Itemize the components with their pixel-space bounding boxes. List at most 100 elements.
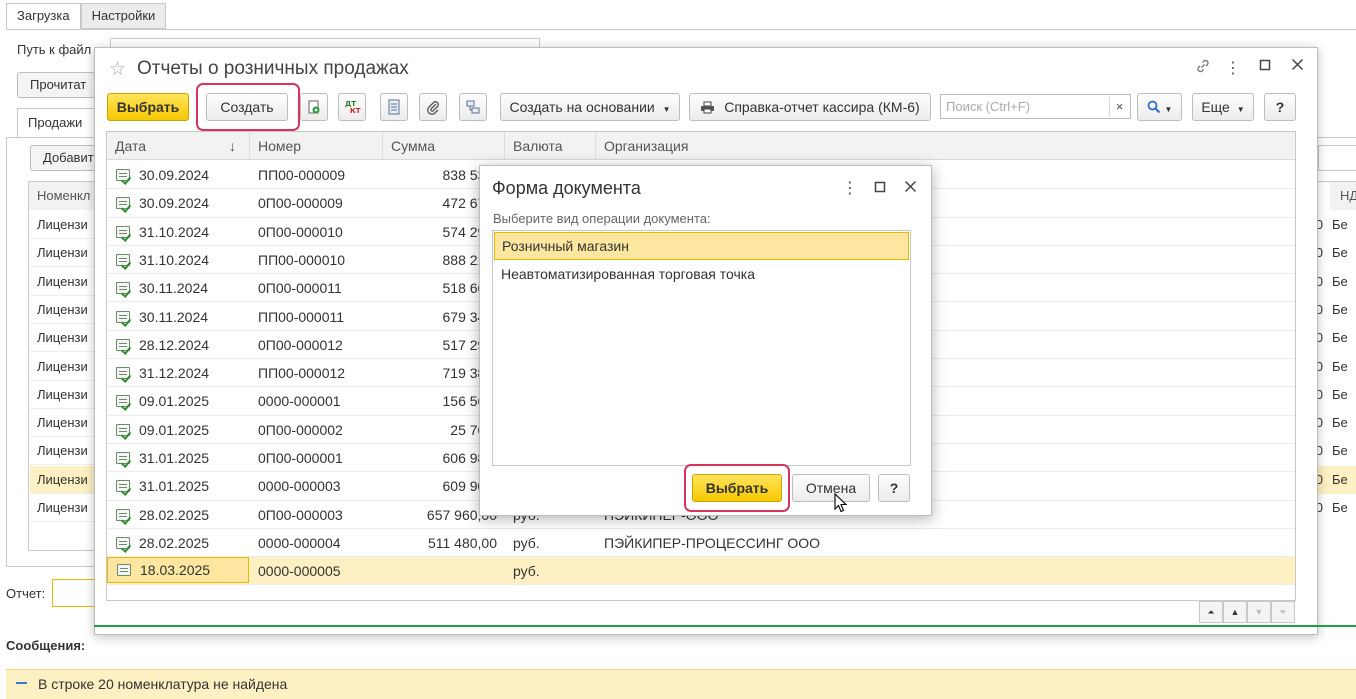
cell-date: 09.01.2025 [107,416,249,444]
cell-date-text: 09.01.2025 [139,421,210,438]
print-report-button[interactable]: Справка-отчет кассира (КМ-6) [689,93,931,121]
svg-text:КТ: КТ [350,107,361,115]
cell-date: 28.02.2025 [107,529,249,557]
cell-date-text: 31.10.2024 [139,251,210,268]
search-button[interactable]: ▼ [1137,93,1182,121]
select-button-highlight [684,464,790,512]
cell-date-text: 28.02.2025 [139,506,210,523]
cell-date-text: 31.10.2024 [139,223,210,240]
more-dropdown-icon: ▼ [1236,105,1245,114]
search-dropdown-icon: ▼ [1164,105,1173,114]
cell-sum: 511 480,00 [427,534,497,551]
cell-date-text: 28.02.2025 [139,534,210,551]
sort-desc-icon: ↓ [229,138,236,154]
cell-date-text: 30.09.2024 [139,167,210,183]
dialog-close-icon[interactable] [904,180,917,196]
dialog-more-icon[interactable]: ⋮ [842,178,858,198]
cell-number: ПП00-000009 [258,167,346,183]
option-retail-store[interactable]: Розничный магазин [494,232,909,260]
table-row[interactable]: 18.03.2025 0000-000005 руб. [107,557,1295,586]
select-button[interactable]: Выбрать [107,93,189,121]
cell-date: 30.11.2024 [107,274,249,302]
background-right-vat: Бе [1332,500,1348,515]
close-icon[interactable] [1286,58,1308,76]
column-date[interactable]: Дата ↓ [107,132,250,160]
bg-bottom-line [6,566,94,567]
cell-date-text: 30.09.2024 [139,195,210,212]
background-right-field[interactable] [1318,145,1356,171]
structure-icon[interactable] [459,93,487,121]
posted-document-icon [116,536,130,549]
dialog-maximize-icon[interactable] [874,181,886,196]
dropdown-arrow-icon: ▼ [662,105,671,114]
search-icon [1147,99,1165,115]
print-report-label: Справка-отчет кассира (КМ-6) [724,99,920,115]
cell-number: 0П00-000010 [258,223,343,240]
window-title: Отчеты о розничных продажах [137,58,409,79]
add-button[interactable]: Добавит [30,145,96,171]
background-right-vat: Бе [1332,443,1348,459]
posted-document-icon [116,310,130,323]
clear-search-icon[interactable]: × [1109,97,1129,117]
cell-currency: руб. [513,563,540,580]
dt-kt-icon[interactable]: ДТ КТ [338,93,366,121]
attachment-icon[interactable] [419,93,447,121]
column-organization[interactable]: Организация [596,132,1295,160]
cell-number: 0000-000005 [258,563,341,580]
help-button[interactable]: ? [1264,93,1296,121]
column-date-label: Дата [115,138,147,154]
cell-date-text: 28.12.2024 [139,336,210,353]
cell-date: 31.12.2024 [107,359,249,387]
more-button[interactable]: Еще ▼ [1192,93,1254,121]
dialog-subtitle: Выберите вид операции документа: [493,211,711,226]
favorite-star-icon[interactable]: ☆ [109,58,126,81]
cell-organization: ПЭЙКИПЕР-ПРОЦЕССИНГ ООО [604,534,821,551]
link-icon[interactable] [1192,58,1214,79]
background-right-vat: Бе [1332,330,1348,346]
cell-number: 0000-000001 [258,393,341,410]
copy-document-icon[interactable] [300,93,328,121]
cell-date: 31.10.2024 [107,246,249,274]
go-down-icon[interactable]: ▼ [1247,601,1271,623]
posted-document-icon [116,225,130,238]
go-up-icon[interactable]: ▲ [1223,601,1247,623]
tab-upload[interactable]: Загрузка [6,3,81,29]
column-number[interactable]: Номер [250,132,383,160]
more-vertical-icon[interactable]: ⋮ [1222,58,1244,78]
cell-date-text: 30.11.2024 [139,308,209,325]
posted-document-icon [116,253,130,266]
go-first-icon[interactable]: ⏶ [1199,601,1223,623]
search-input[interactable]: Поиск (Ctrl+F) [940,94,1131,119]
dialog-title: Форма документа [492,178,641,198]
report-field[interactable] [52,579,96,607]
dialog-help-button[interactable]: ? [878,474,910,502]
posted-document-icon [116,338,130,351]
read-button[interactable]: Прочитат [17,72,95,98]
file-path-label: Путь к файл [17,42,92,57]
report-label: Отчет: [6,586,46,601]
option-non-automated-point[interactable]: Неавтоматизированная торговая точка [494,260,909,288]
cell-number: ПП00-000012 [258,365,346,382]
column-sum[interactable]: Сумма [383,132,505,160]
list-document-icon[interactable] [380,93,408,121]
cell-date: 28.12.2024 [107,331,249,359]
posted-document-icon [116,508,130,521]
column-currency[interactable]: Валюта [505,132,596,160]
cell-sum [383,557,497,585]
message-item[interactable]: В строке 20 номенклатура не найдена [6,669,1356,699]
create-based-on-button[interactable]: Создать на основании ▼ [500,93,680,121]
maximize-icon[interactable] [1254,58,1276,76]
go-last-icon[interactable]: ⏷ [1271,601,1295,623]
tab-settings[interactable]: Настройки [80,3,167,29]
document-form-dialog: Форма документа ⋮ Выберите вид операции … [479,165,932,516]
tab-sales[interactable]: Продажи [17,108,97,138]
cell-number: 0П00-000011 [258,280,342,297]
dialog-cancel-button[interactable]: Отмена [792,474,870,502]
cell-date-text: 31.01.2025 [139,478,210,495]
messages-divider [94,625,1356,627]
message-collapse-icon[interactable] [16,682,27,684]
background-right-vat: Бе [1332,217,1348,232]
background-right-vat: Бе [1332,358,1348,374]
table-row[interactable]: 28.02.2025 0000-000004 511 480,00 руб. ПЭЙКИ… [107,529,1295,558]
posted-document-icon [116,480,130,493]
